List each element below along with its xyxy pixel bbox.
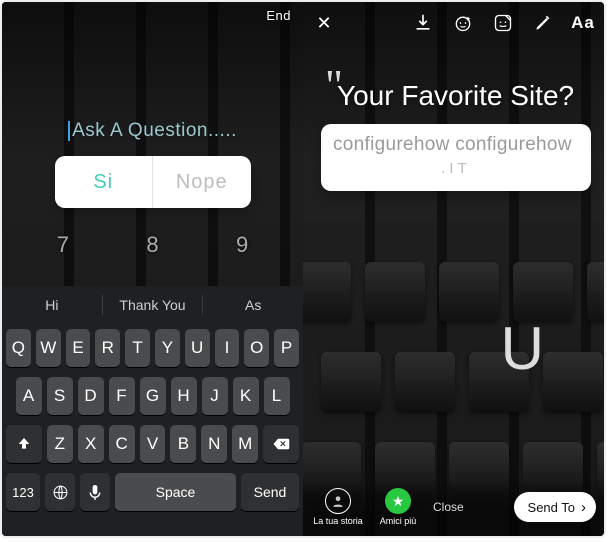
key-q[interactable]: Q <box>6 329 31 367</box>
poll-sticker-line1: configurehow configurehow <box>333 134 579 156</box>
story-edit-screen: ✕ Aa " Your Favorite Site? configurehow … <box>303 2 604 536</box>
close-friends-label: Amici più <box>380 516 417 526</box>
key-w[interactable]: W <box>36 329 61 367</box>
poll-question-input[interactable]: Ask A Question..... <box>68 120 237 142</box>
key-s[interactable]: S <box>47 377 73 415</box>
key-k[interactable]: K <box>233 377 259 415</box>
key-z[interactable]: Z <box>47 425 73 463</box>
bg-key: 7 <box>57 232 69 258</box>
sticker-smile-icon <box>493 13 513 33</box>
keyboard-row-bottom: 123 Space Send <box>2 468 303 519</box>
key-h[interactable]: H <box>171 377 197 415</box>
suggestion-item[interactable]: Hi <box>2 297 102 313</box>
globe-icon <box>52 484 69 501</box>
globe-key[interactable] <box>45 473 75 511</box>
ios-keyboard: Hi Thank You As Q W E R T Y U I O P A S <box>2 286 303 536</box>
suggestion-item[interactable]: As <box>203 297 303 313</box>
close-friends-badge: ★ <box>385 488 411 514</box>
key-l[interactable]: L <box>264 377 290 415</box>
keyboard-suggestion-bar: Hi Thank You As <box>2 286 303 324</box>
story-headline-text[interactable]: Your Favorite Site? <box>337 80 594 112</box>
story-bottom-bar: La tua storia ★ Amici più Close Send To … <box>303 478 604 536</box>
avatar <box>325 488 351 514</box>
keyboard-row-2: A S D F G H J K L <box>2 372 303 420</box>
backspace-key[interactable] <box>263 425 299 463</box>
text-cursor <box>68 121 70 141</box>
mic-icon <box>89 484 101 501</box>
close-friends-button[interactable]: ★ Amici più <box>371 488 425 526</box>
keyboard-row-3: Z X C V B N M <box>2 420 303 468</box>
background-key-U: U <box>501 314 544 383</box>
key-a[interactable]: A <box>16 377 42 415</box>
close-button[interactable]: ✕ <box>313 12 335 34</box>
backspace-icon <box>272 437 290 451</box>
person-icon <box>331 494 345 508</box>
sticker-button[interactable] <box>492 12 514 34</box>
keyboard-row-1: Q W E R T Y U I O P <box>2 324 303 372</box>
key-c[interactable]: C <box>109 425 135 463</box>
poll-sticker[interactable]: Ask A Question..... Si Nope <box>38 120 268 208</box>
poll-question-placeholder: Ask A Question..... <box>72 120 237 142</box>
text-button[interactable]: Aa <box>572 12 594 34</box>
pencil-icon <box>533 13 553 33</box>
download-icon <box>413 13 433 33</box>
your-story-label: La tua storia <box>313 516 363 526</box>
shift-key[interactable] <box>6 425 42 463</box>
poll-options: Si Nope <box>55 156 251 208</box>
numbers-key[interactable]: 123 <box>6 473 40 511</box>
face-sparkle-icon <box>453 13 473 33</box>
key-r[interactable]: R <box>95 329 120 367</box>
story-top-toolbar: ✕ Aa <box>303 6 604 40</box>
poll-option-a[interactable]: Si <box>55 156 154 208</box>
shift-icon <box>16 436 32 452</box>
key-p[interactable]: P <box>274 329 299 367</box>
story-poll-create-screen: End Ask A Question..... Si Nope 7 8 9 Hi… <box>2 2 303 536</box>
bg-key: 9 <box>236 232 248 258</box>
key-b[interactable]: B <box>170 425 196 463</box>
effects-button[interactable] <box>452 12 474 34</box>
key-f[interactable]: F <box>109 377 135 415</box>
chevron-right-icon: › <box>581 499 586 516</box>
bg-key: 8 <box>146 232 158 258</box>
poll-sticker-line2: .IT <box>333 160 579 177</box>
key-u[interactable]: U <box>185 329 210 367</box>
close-label[interactable]: Close <box>433 500 464 514</box>
key-o[interactable]: O <box>244 329 269 367</box>
your-story-button[interactable]: La tua storia <box>311 488 365 526</box>
key-e[interactable]: E <box>66 329 91 367</box>
send-to-button[interactable]: Send To › <box>514 492 596 522</box>
key-y[interactable]: Y <box>155 329 180 367</box>
key-v[interactable]: V <box>140 425 166 463</box>
send-key[interactable]: Send <box>241 473 299 511</box>
key-n[interactable]: N <box>201 425 227 463</box>
draw-button[interactable] <box>532 12 554 34</box>
send-to-label: Send To <box>528 500 575 515</box>
key-d[interactable]: D <box>78 377 104 415</box>
space-key[interactable]: Space <box>115 473 236 511</box>
poll-option-b[interactable]: Nope <box>153 156 251 208</box>
key-j[interactable]: J <box>202 377 228 415</box>
download-button[interactable] <box>412 12 434 34</box>
poll-sticker-filled[interactable]: configurehow configurehow .IT <box>321 124 591 191</box>
key-x[interactable]: X <box>78 425 104 463</box>
key-i[interactable]: I <box>215 329 240 367</box>
suggestion-item[interactable]: Thank You <box>103 297 203 313</box>
key-t[interactable]: T <box>125 329 150 367</box>
background-key-labels: 7 8 9 <box>2 232 303 258</box>
key-g[interactable]: G <box>140 377 166 415</box>
end-button[interactable]: End <box>266 8 291 23</box>
key-m[interactable]: M <box>232 425 258 463</box>
dictation-key[interactable] <box>80 473 110 511</box>
